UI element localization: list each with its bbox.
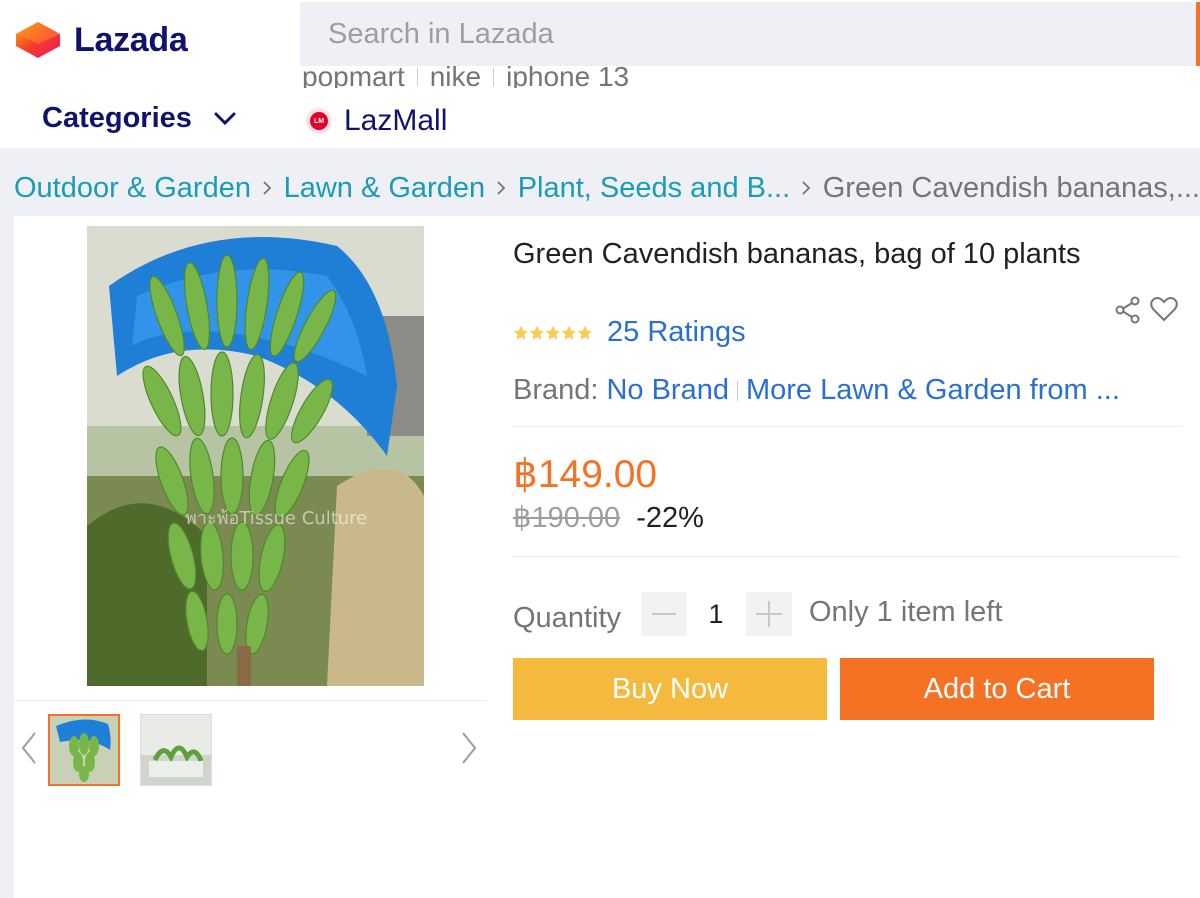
quantity-input[interactable] [688,592,744,636]
rating-row: 25 Ratings [513,316,746,349]
thumbnail-next-button[interactable] [460,731,478,770]
categories-label: Categories [42,102,192,134]
image-watermark: พาะพ้อTissue Culture [185,508,367,529]
share-icon[interactable] [1115,296,1141,329]
divider [513,556,1181,557]
site-header: Lazada popmart nike iphone 13 Categories… [0,0,1200,148]
quantity-increase-button[interactable] [746,592,792,636]
star-icon [561,325,577,340]
suggestion-nike[interactable]: nike [430,62,481,88]
chevron-left-icon [21,732,36,764]
stock-note: Only 1 item left [809,596,1003,628]
price-original-row: ฿190.00 -22% [513,500,704,535]
product-main-image[interactable]: พาะพ้อTissue Culture [87,226,424,686]
lazmall-label: LazMall [344,104,448,137]
more-from-brand-link[interactable]: More Lawn & Garden from ... [746,374,1120,407]
suggestion-divider [416,68,418,86]
suggestion-divider [493,68,495,86]
breadcrumb: Outdoor & Garden Lawn & Garden Plant, Se… [14,168,1200,208]
heart-icon[interactable] [1150,296,1178,327]
quantity-decrease-button[interactable] [641,592,687,636]
discount-percent: -22% [636,502,704,534]
lazmall-link[interactable]: LM LazMall [306,104,447,138]
minus-icon [652,613,676,615]
breadcrumb-lawn-garden[interactable]: Lawn & Garden [284,172,486,205]
lazmall-icon: LM [306,108,332,134]
original-price: ฿190.00 [513,502,621,534]
ratings-link[interactable]: 25 Ratings [607,316,746,349]
thumbnail-banana-bunch[interactable] [48,714,120,786]
star-icon [545,325,561,340]
search-button-edge[interactable] [1196,2,1200,66]
lazmall-badge-text: LM [310,112,328,130]
brand-label: Brand: [513,374,599,406]
lazada-logo[interactable]: Lazada [14,20,188,60]
quantity-label: Quantity [513,602,621,634]
categories-menu[interactable]: Categories [42,102,236,135]
chevron-right-icon [462,732,477,764]
divider [513,426,1181,427]
thumbnail-prev-button[interactable] [20,731,38,770]
search-input[interactable] [300,2,1198,66]
brand-divider [736,380,738,401]
suggestion-popmart[interactable]: popmart [302,62,405,88]
lazada-heart-icon [16,22,60,58]
brand-link[interactable]: No Brand [606,374,729,407]
chevron-right-icon [485,180,518,196]
current-price: ฿149.00 [513,453,658,496]
logo-text: Lazada [74,20,188,59]
chevron-right-icon [790,180,823,196]
suggestion-iphone[interactable]: iphone 13 [506,62,629,88]
chevron-down-icon [214,112,236,125]
search-bar[interactable] [300,2,1200,66]
star-icon [513,325,529,340]
star-icon [577,325,593,340]
chevron-right-icon [251,180,284,196]
breadcrumb-outdoor-garden[interactable]: Outdoor & Garden [14,172,251,205]
rating-stars [513,325,593,341]
thumbnail-banana-seedlings[interactable] [140,714,212,786]
brand-row: Brand: No Brand More Lawn & Garden from … [513,374,1181,407]
product-panel: พาะพ้อTissue Culture Green Cavendish ban… [14,216,1200,898]
plus-icon [756,601,782,627]
gallery-divider [14,700,486,701]
add-to-cart-button[interactable]: Add to Cart [840,658,1154,720]
breadcrumb-plant-seeds[interactable]: Plant, Seeds and B... [518,172,790,205]
product-title: Green Cavendish bananas, bag of 10 plant… [513,238,1081,270]
buy-now-button[interactable]: Buy Now [513,658,827,720]
search-suggestions: popmart nike iphone 13 [302,62,629,88]
breadcrumb-current: Green Cavendish bananas,... [822,171,1200,204]
star-icon [529,325,545,340]
